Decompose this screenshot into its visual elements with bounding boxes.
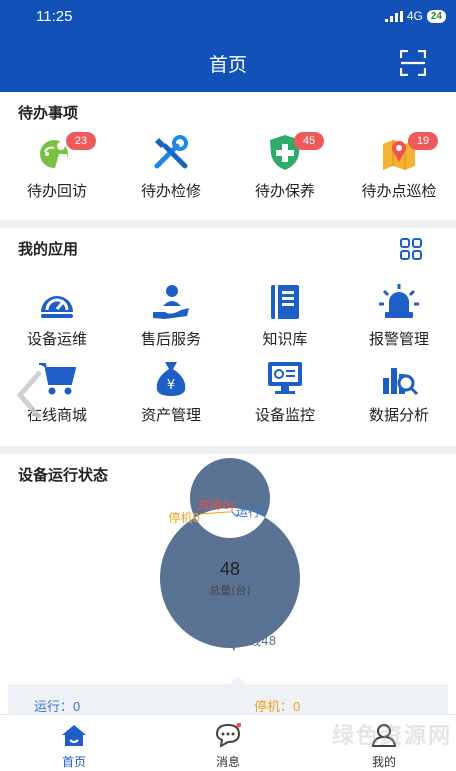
- app-data-analysis[interactable]: 数据分析: [342, 358, 456, 428]
- book-icon: [271, 285, 299, 319]
- repair-tools-icon: [154, 135, 188, 169]
- donut-slices: [159, 458, 300, 648]
- todo-section: 待办事项 23 待办回访 待办检修 45 待办保养 19 待办点巡检: [0, 92, 456, 220]
- app-asset-management[interactable]: ¥ 资产管理: [114, 358, 228, 428]
- app-label: 数据分析: [368, 406, 429, 424]
- app-label: 售后服务: [140, 330, 201, 348]
- chevron-left-icon[interactable]: [14, 368, 48, 422]
- tab-label: 消息: [215, 755, 240, 769]
- analysis-chart-icon: [383, 368, 419, 396]
- service-hand-icon: [153, 285, 189, 319]
- device-status-section: 设备运行状态 故障0 停机0 运行0 离线48 48 总量(台): [0, 454, 456, 714]
- scan-icon[interactable]: [400, 50, 426, 76]
- app-label: 知识库: [262, 330, 308, 348]
- todo-badge: 45: [294, 132, 324, 150]
- apps-section: 我的应用 设备运维 售后服务 知识库 报警管理 在线商城 ¥ 资产管理 设备监控…: [0, 228, 456, 446]
- todo-badge: 19: [408, 132, 438, 150]
- apps-title: 我的应用: [18, 240, 79, 258]
- status-indicators: 4G 24: [384, 9, 446, 23]
- legend-running: 运行0: [236, 505, 268, 519]
- money-bag-icon: ¥: [156, 362, 186, 396]
- alarm-light-icon: [379, 284, 419, 318]
- todo-item-maintenance[interactable]: 45 待办保养: [228, 132, 342, 202]
- legend-offline: 离线48: [237, 633, 276, 648]
- todo-badge: 23: [66, 132, 96, 150]
- grid-icon[interactable]: [400, 238, 422, 260]
- app-device-monitor[interactable]: 设备监控: [228, 358, 342, 428]
- battery-icon: 24: [426, 9, 446, 23]
- app-label: 设备监控: [254, 406, 315, 424]
- summary-pointer: [230, 676, 246, 684]
- donut-total-label: 总量(台): [209, 583, 251, 597]
- app-knowledge-base[interactable]: 知识库: [228, 282, 342, 352]
- legend-fault: 故障0: [198, 497, 230, 512]
- signal-icon: [384, 10, 403, 22]
- chat-icon: [215, 723, 241, 747]
- todo-label: 待办保养: [254, 182, 315, 200]
- todo-label: 待办检修: [140, 182, 201, 200]
- app-alarm-management[interactable]: 报警管理: [342, 282, 456, 352]
- tab-home[interactable]: 首页: [24, 715, 124, 771]
- todo-label: 待办回访: [26, 182, 87, 200]
- gauge-icon: [41, 296, 73, 318]
- monitor-icon: [268, 362, 302, 394]
- svg-text:¥: ¥: [167, 378, 175, 393]
- todo-item-inspection[interactable]: 19 待办点巡检: [342, 132, 456, 202]
- app-label: 报警管理: [368, 330, 429, 348]
- todo-item-repair[interactable]: 待办检修: [114, 132, 228, 202]
- home-icon: [62, 725, 86, 746]
- legend-stopped: 停机0: [168, 510, 200, 525]
- tab-label: 我的: [371, 755, 396, 769]
- app-label: 资产管理: [140, 406, 201, 424]
- stat-stopped: 停机：0: [254, 699, 301, 714]
- todo-title: 待办事项: [18, 104, 79, 122]
- donut-total: 48: [220, 559, 240, 579]
- tab-messages[interactable]: 消息: [178, 715, 278, 771]
- donut-slice-offline: [159, 458, 300, 648]
- watermark: 绿色资源网: [331, 724, 452, 749]
- app-after-sales[interactable]: 售后服务: [114, 282, 228, 352]
- status-summary-bar: 运行：0 停机：0: [8, 676, 448, 714]
- page-title: 首页: [208, 54, 247, 76]
- todo-label: 待办点巡检: [361, 182, 437, 200]
- device-status-chart: 故障0 停机0 运行0 离线48 48 总量(台): [159, 458, 300, 652]
- status-time: 11:25: [36, 8, 73, 25]
- app-header: 11:25 4G 24 首页: [0, 0, 456, 92]
- app-label: 设备运维: [26, 330, 87, 348]
- tab-label: 首页: [61, 755, 86, 769]
- app-device-ops[interactable]: 设备运维: [0, 282, 114, 352]
- stat-running: 运行：0: [34, 699, 81, 714]
- todo-item-revisit[interactable]: 23 待办回访: [0, 132, 114, 202]
- network-label: 4G: [406, 9, 423, 23]
